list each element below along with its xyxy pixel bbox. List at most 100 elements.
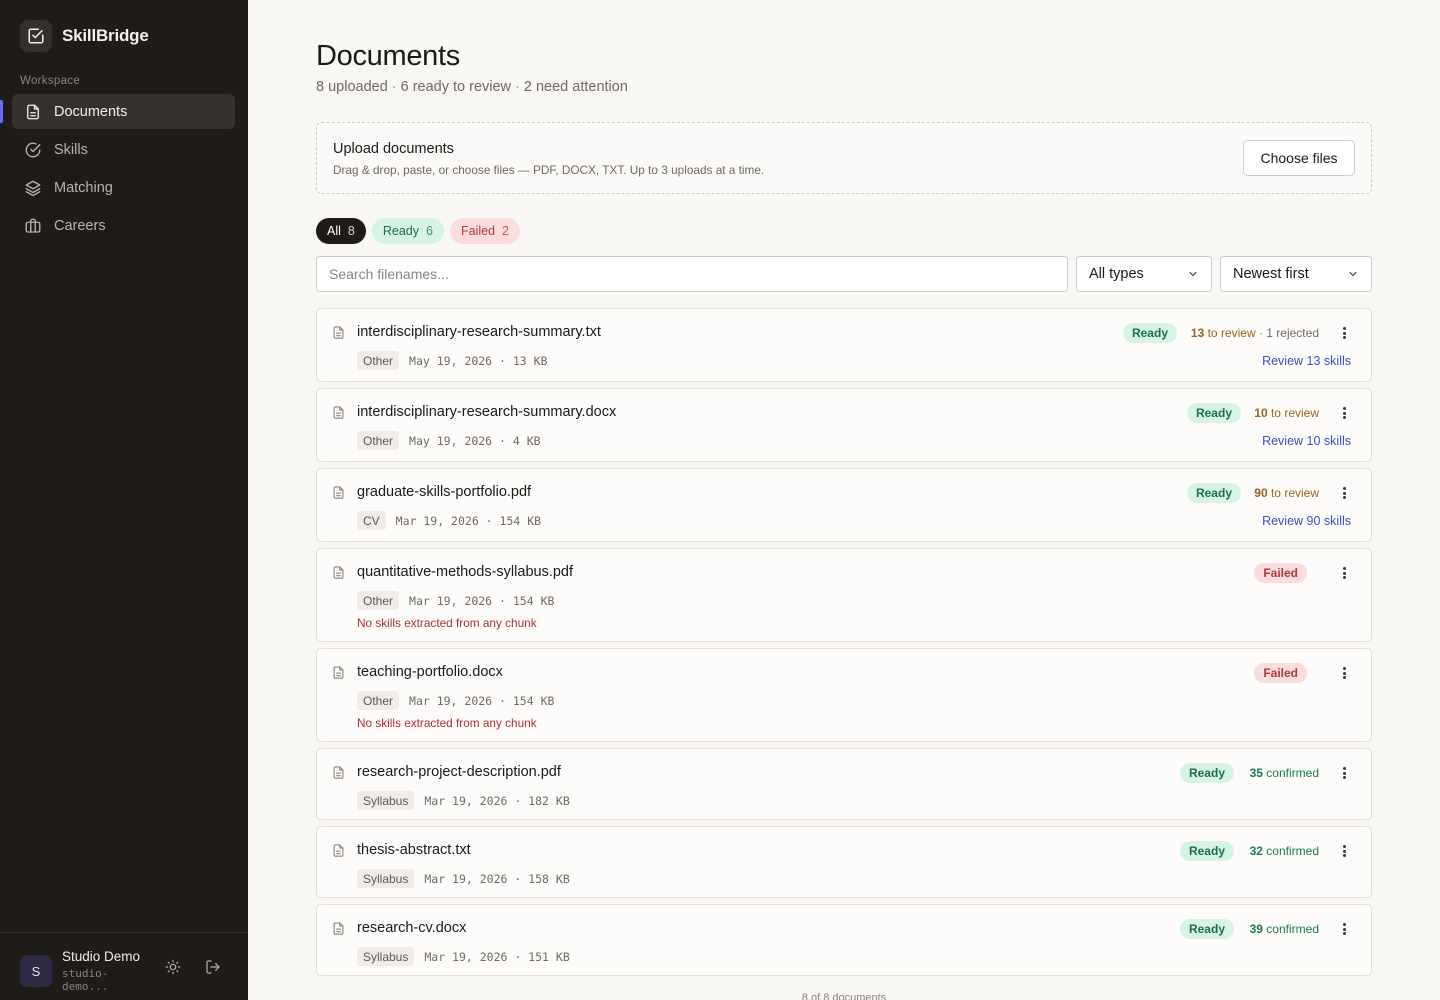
review-skills-link[interactable]: Review 13 skills [1262, 354, 1351, 368]
confirmed-count: 39 [1249, 922, 1263, 936]
review-status: 13 to review · 1 rejected [1191, 326, 1319, 340]
user-name: Studio Demo [62, 949, 141, 964]
sidebar-item-label: Matching [54, 179, 113, 196]
document-type-tag: Other [357, 691, 400, 710]
more-options-button[interactable] [1339, 565, 1349, 581]
confirmed-count: 35 [1249, 766, 1263, 780]
more-options-button[interactable] [1339, 843, 1349, 859]
chevron-down-icon [1349, 271, 1357, 277]
brand[interactable]: SkillBridge [20, 20, 149, 52]
upload-subtitle: Drag & drop, paste, or choose files — PD… [333, 163, 765, 177]
filter-ready[interactable]: Ready 6 [371, 218, 444, 244]
review-status: 90 to review [1254, 486, 1319, 500]
choose-files-button[interactable]: Choose files [1243, 140, 1355, 176]
pagination-summary: 8 of 8 documents [801, 992, 887, 1000]
error-message: No skills extracted from any chunk [357, 616, 537, 630]
status-badge: Ready [1179, 841, 1234, 861]
document-name[interactable]: graduate-skills-portfolio.pdf [357, 484, 531, 500]
sidebar-item-label: Skills [54, 141, 88, 158]
document-meta: CV Mar 19, 2026 · 154 KB [357, 511, 541, 530]
file-icon [333, 326, 344, 339]
confirmed-label: confirmed [1262, 922, 1319, 936]
document-meta: Syllabus Mar 19, 2026 · 182 KB [357, 791, 570, 810]
status-badge: Ready [1186, 403, 1241, 423]
more-options-button[interactable] [1339, 325, 1349, 341]
search-input[interactable] [316, 256, 1068, 292]
document-name[interactable]: research-cv.docx [357, 920, 466, 936]
review-count: 90 [1254, 486, 1268, 500]
status-badge: Failed [1254, 563, 1307, 583]
sidebar-item-documents[interactable]: Documents [12, 94, 235, 129]
user-profile[interactable]: S Studio Demo studio-demo... [20, 949, 148, 993]
filter-count: 2 [502, 224, 509, 238]
sidebar-item-careers[interactable]: Careers [12, 208, 235, 243]
rejected-count: · 1 rejected [1255, 326, 1319, 340]
document-name[interactable]: research-project-description.pdf [357, 764, 561, 780]
document-type-tag: Other [357, 431, 400, 450]
filter-all[interactable]: All 8 [316, 218, 366, 244]
more-options-button[interactable] [1339, 765, 1349, 781]
section-label: Workspace [20, 75, 81, 87]
error-message: No skills extracted from any chunk [357, 716, 537, 730]
document-date-size: Mar 19, 2026 · 154 KB [409, 693, 555, 708]
document-date-size: Mar 19, 2026 · 151 KB [424, 949, 570, 964]
logout-button[interactable] [204, 958, 222, 976]
document-type-tag: Other [357, 591, 400, 610]
status-badge: Failed [1254, 663, 1307, 683]
filter-label: Failed [460, 224, 495, 238]
briefcase-icon [25, 218, 41, 233]
sidebar: SkillBridge Workspace Documents Skills M… [0, 0, 248, 1000]
brand-name: SkillBridge [62, 26, 149, 45]
document-date-size: Mar 19, 2026 · 154 KB [395, 513, 542, 528]
upload-dropzone[interactable]: Upload documents Drag & drop, paste, or … [316, 122, 1372, 194]
document-meta: Syllabus Mar 19, 2026 · 151 KB [357, 947, 570, 966]
document-row[interactable]: quantitative-methods-syllabus.pdf Other … [316, 548, 1372, 642]
document-date-size: Mar 19, 2026 · 182 KB [424, 793, 570, 808]
type-select-value: All types [1089, 266, 1144, 282]
document-name[interactable]: teaching-portfolio.docx [357, 664, 503, 680]
review-label: to review [1267, 486, 1319, 500]
document-row[interactable]: teaching-portfolio.docx Other Mar 19, 20… [316, 648, 1372, 742]
file-icon [333, 922, 344, 935]
document-row[interactable]: interdisciplinary-research-summary.docx … [316, 388, 1372, 462]
document-row[interactable]: research-project-description.pdf Syllabu… [316, 748, 1372, 820]
document-name[interactable]: interdisciplinary-research-summary.docx [357, 404, 616, 420]
document-type-tag: Other [357, 351, 400, 370]
confirmed-status: 39 confirmed [1250, 922, 1319, 936]
review-skills-link[interactable]: Review 10 skills [1262, 434, 1351, 448]
page-summary: 8 uploaded · 6 ready to review · 2 need atte… [316, 79, 628, 95]
more-options-button[interactable] [1339, 921, 1349, 937]
document-meta: Syllabus Mar 19, 2026 · 158 KB [357, 869, 570, 888]
sidebar-item-label: Careers [54, 217, 106, 234]
document-row[interactable]: interdisciplinary-research-summary.txt O… [316, 308, 1372, 382]
more-options-button[interactable] [1339, 405, 1349, 421]
status-badge: Ready [1122, 323, 1177, 343]
document-name[interactable]: interdisciplinary-research-summary.txt [357, 324, 601, 340]
theme-toggle-button[interactable] [164, 958, 182, 976]
review-label: to review [1204, 326, 1256, 340]
checkbox-logo-icon [20, 20, 52, 52]
filter-failed[interactable]: Failed 2 [449, 218, 520, 244]
file-icon [333, 666, 344, 679]
sort-select-value: Newest first [1233, 266, 1309, 282]
document-name[interactable]: thesis-abstract.txt [357, 842, 471, 858]
review-skills-link[interactable]: Review 90 skills [1262, 514, 1351, 528]
sidebar-item-skills[interactable]: Skills [12, 132, 235, 167]
sort-select[interactable]: Newest first [1220, 256, 1372, 292]
review-status: 10 to review [1254, 406, 1319, 420]
document-date-size: Mar 19, 2026 · 158 KB [424, 871, 570, 886]
sidebar-item-matching[interactable]: Matching [12, 170, 235, 205]
status-badge: Ready [1186, 483, 1241, 503]
file-icon [333, 406, 344, 419]
document-type-tag: Syllabus [357, 869, 415, 888]
document-row[interactable]: research-cv.docx Syllabus Mar 19, 2026 ·… [316, 904, 1372, 976]
more-options-button[interactable] [1339, 665, 1349, 681]
document-row[interactable]: thesis-abstract.txt Syllabus Mar 19, 202… [316, 826, 1372, 898]
type-select[interactable]: All types [1076, 256, 1212, 292]
upload-title: Upload documents [333, 141, 454, 157]
filter-count: 8 [347, 224, 355, 238]
document-row[interactable]: graduate-skills-portfolio.pdf CV Mar 19,… [316, 468, 1372, 542]
more-options-button[interactable] [1339, 485, 1349, 501]
document-type-tag: Syllabus [357, 791, 415, 810]
document-name[interactable]: quantitative-methods-syllabus.pdf [357, 564, 573, 580]
